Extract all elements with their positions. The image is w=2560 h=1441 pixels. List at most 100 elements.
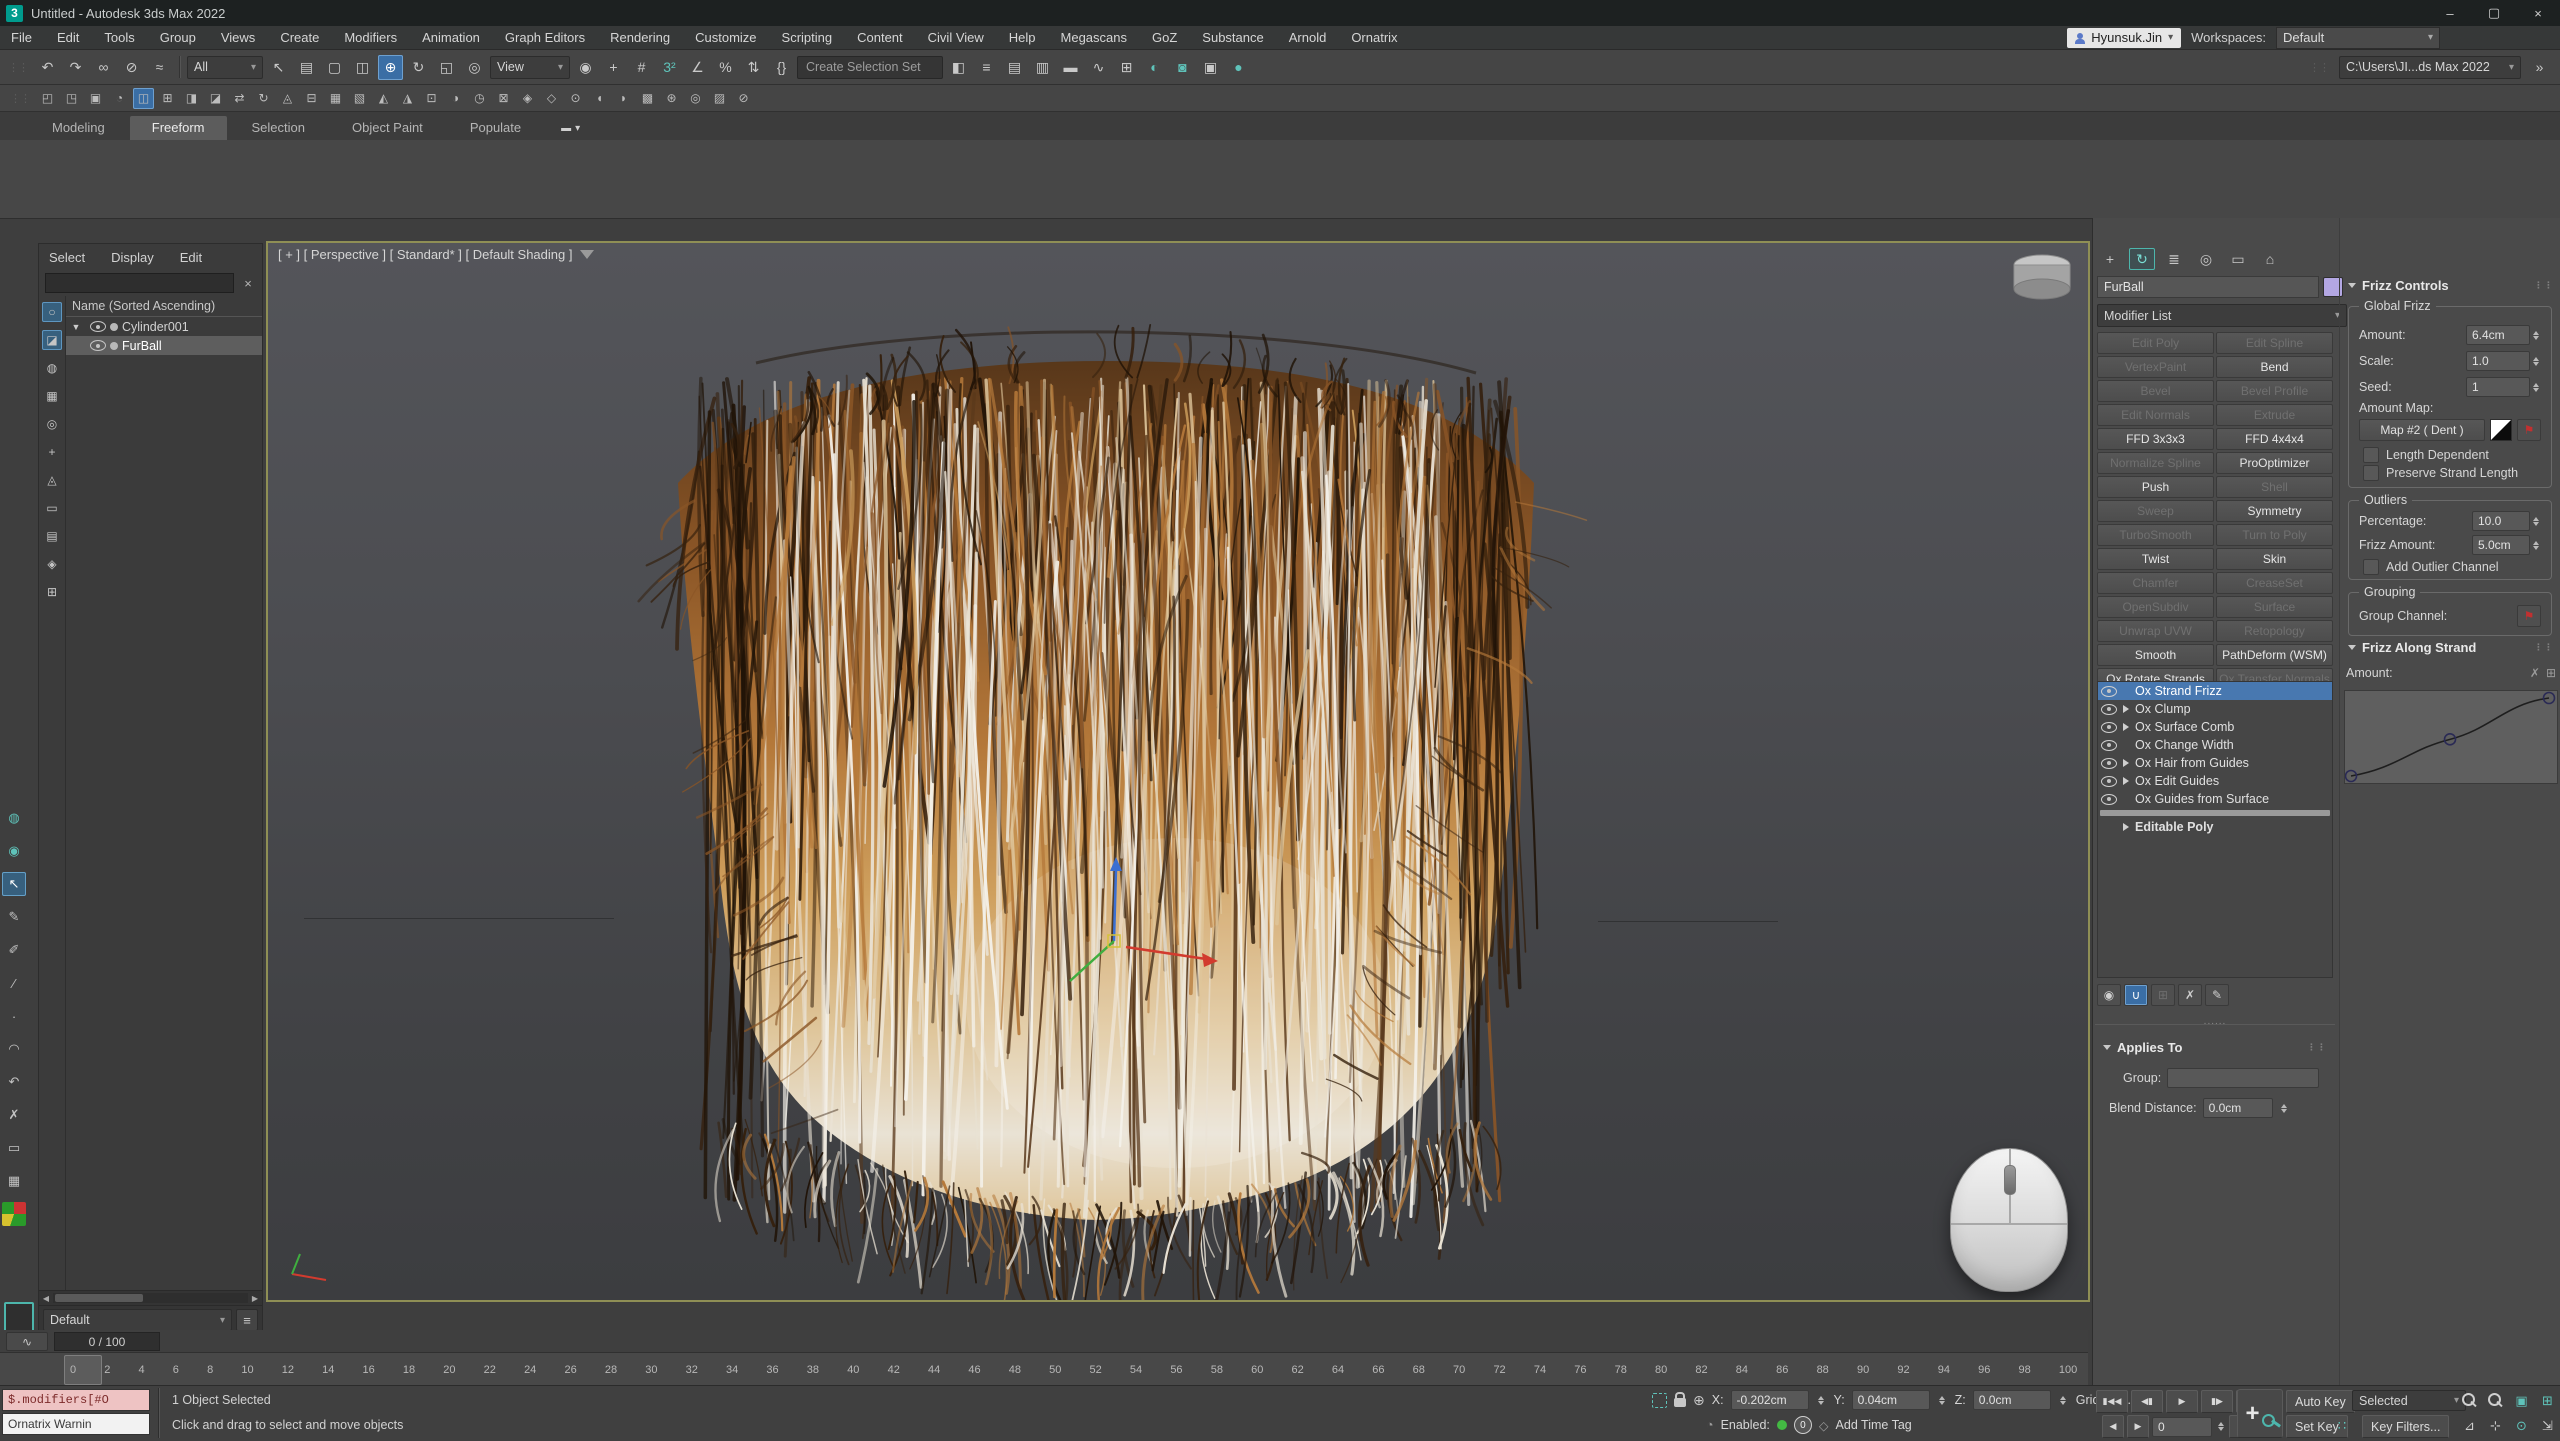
toolbar-grip[interactable]: ⋮⋮ — [8, 61, 28, 74]
set-keys-button[interactable]: + — [2237, 1389, 2283, 1438]
timeline-tick[interactable]: 46 — [968, 1364, 980, 1376]
point-icon[interactable]: · — [2, 1004, 26, 1028]
move-gizmo[interactable] — [1046, 841, 1266, 1001]
horizontal-scrollbar[interactable]: ◀ ▶ — [39, 1290, 262, 1305]
modifier-button[interactable]: Edit Spline — [2216, 332, 2333, 354]
spinner-control[interactable] — [1937, 1390, 1948, 1410]
timeline-tick[interactable]: 20 — [443, 1364, 455, 1376]
rollout-grip-icon[interactable]: ⋮⋮ — [2534, 642, 2554, 653]
timeline-tick[interactable]: 94 — [1938, 1364, 1950, 1376]
expand-caret-icon[interactable]: ▼ — [70, 322, 82, 332]
explorer-menu-item[interactable]: Edit — [180, 250, 202, 265]
show-end-result-icon[interactable]: ∪ — [2124, 984, 2148, 1006]
secondary-tool-icon[interactable]: ◨ — [181, 88, 202, 109]
timeline-tick[interactable]: 92 — [1897, 1364, 1909, 1376]
menu-item[interactable]: Arnold — [1278, 26, 1338, 50]
timeline-tick[interactable]: 62 — [1291, 1364, 1303, 1376]
modifier-stack-item[interactable]: Ox Surface Comb — [2098, 718, 2332, 736]
material-editor-icon[interactable]: ◐ — [1142, 55, 1167, 80]
clear-search-icon[interactable]: × — [240, 276, 256, 291]
outlier-percentage-field[interactable]: 10.0 — [2472, 511, 2530, 531]
project-folder-dropdown[interactable]: C:\Users\JI...ds Max 2022 — [2339, 56, 2521, 79]
visibility-eye-icon[interactable] — [2101, 722, 2117, 733]
zoom-extents-all-icon[interactable]: ⊞ — [2536, 1390, 2559, 1411]
timeline-tick[interactable]: 88 — [1817, 1364, 1829, 1376]
unlink-selection-icon[interactable]: ⊘ — [119, 55, 144, 80]
current-frame-field[interactable]: 0 — [2152, 1417, 2212, 1437]
timeline-tick[interactable]: 58 — [1211, 1364, 1223, 1376]
timeline-tick[interactable]: 26 — [564, 1364, 576, 1376]
timeline-tick[interactable]: 78 — [1615, 1364, 1627, 1376]
keyboard-override-icon[interactable]: # — [629, 55, 654, 80]
timeline-tick[interactable]: 34 — [726, 1364, 738, 1376]
timeline-tick[interactable]: 38 — [807, 1364, 819, 1376]
timeline-tick[interactable]: 56 — [1170, 1364, 1182, 1376]
bind-to-space-warp-icon[interactable]: ≈ — [147, 55, 172, 80]
configure-modifier-sets-icon[interactable]: ✎ — [2205, 984, 2229, 1006]
timeline-tick[interactable]: 18 — [403, 1364, 415, 1376]
create-tab-icon[interactable]: + — [2097, 248, 2123, 270]
expand-arrow-icon[interactable] — [2121, 686, 2131, 696]
display-tab-icon[interactable]: ▭ — [2225, 248, 2251, 270]
timeline-tick[interactable]: 86 — [1776, 1364, 1788, 1376]
mirror-icon[interactable]: ◧ — [946, 55, 971, 80]
secondary-tool-icon[interactable]: ▩ — [637, 88, 658, 109]
visibility-eye-icon[interactable] — [2101, 758, 2117, 769]
timeline-tick[interactable]: 10 — [241, 1364, 253, 1376]
secondary-tool-icon[interactable]: ◗ — [613, 88, 634, 109]
modifier-button[interactable]: OpenSubdiv — [2097, 596, 2214, 618]
use-pivot-center-icon[interactable]: ◉ — [573, 55, 598, 80]
spinner-control[interactable] — [2530, 535, 2541, 555]
next-frame-button[interactable]: ▶ — [2127, 1415, 2149, 1438]
visibility-eye-icon[interactable] — [2101, 794, 2117, 805]
scene-node-row[interactable]: FurBall — [66, 336, 262, 355]
secondary-tool-icon[interactable]: ◫ — [133, 88, 154, 109]
ribbon-tab[interactable]: Selection — [230, 116, 327, 140]
modifier-button[interactable]: Retopology — [2216, 620, 2333, 642]
modifier-button[interactable]: Turn to Poly — [2216, 524, 2333, 546]
menu-item[interactable]: Substance — [1191, 26, 1274, 50]
display-filter-icon[interactable]: ◍ — [42, 358, 62, 378]
timeline-tick[interactable]: 76 — [1574, 1364, 1586, 1376]
viewport-layout-tab[interactable] — [4, 1302, 34, 1332]
modifier-button[interactable]: Smooth — [2097, 644, 2214, 666]
ribbon-tab[interactable]: Freeform — [130, 116, 227, 140]
menu-item[interactable]: Create — [269, 26, 330, 50]
previous-frame-button[interactable]: ◀ — [2102, 1415, 2124, 1438]
select-object-icon[interactable]: ↖ — [266, 55, 291, 80]
selection-set-field[interactable]: Create Selection Set — [797, 56, 943, 79]
timeline-tick[interactable]: 16 — [363, 1364, 375, 1376]
ribbon-collapse-button[interactable]: ▬▾ — [561, 116, 580, 140]
rectangular-selection-icon[interactable]: ▢ — [322, 55, 347, 80]
secondary-tool-icon[interactable]: ⊟ — [301, 88, 322, 109]
timeline-tick[interactable]: 74 — [1534, 1364, 1546, 1376]
snap-toggle-3d-icon[interactable]: 3² — [657, 55, 682, 80]
ribbon-tab[interactable]: Modeling — [30, 116, 127, 140]
timeline-tick[interactable]: 52 — [1090, 1364, 1102, 1376]
modifier-button[interactable]: Unwrap UVW — [2097, 620, 2214, 642]
angle-snap-icon[interactable]: ∠ — [685, 55, 710, 80]
display-filter-icon[interactable]: ◈ — [42, 554, 62, 574]
expand-arrow-icon[interactable] — [2121, 794, 2131, 804]
maximize-viewport-icon[interactable]: ⇲ — [2536, 1415, 2559, 1436]
timeline-tick[interactable]: 8 — [207, 1364, 213, 1376]
modifier-button[interactable]: Normalize Spline — [2097, 452, 2214, 474]
auto-key-button[interactable]: Auto Key — [2286, 1390, 2355, 1413]
timeline-tick[interactable]: 22 — [484, 1364, 496, 1376]
timeline-tick[interactable]: 60 — [1251, 1364, 1263, 1376]
scroll-right-icon[interactable]: ▶ — [248, 1294, 262, 1303]
secondary-tool-icon[interactable]: ◪ — [205, 88, 226, 109]
close-button[interactable]: × — [2516, 0, 2560, 26]
secondary-tool-icon[interactable]: ↻ — [253, 88, 274, 109]
ribbon-tab[interactable]: Object Paint — [330, 116, 445, 140]
pin-stack-icon[interactable]: ◉ — [2097, 984, 2121, 1006]
make-unique-icon[interactable]: ⊞ — [2151, 984, 2175, 1006]
menu-item[interactable]: Rendering — [599, 26, 681, 50]
modifier-button[interactable]: ProOptimizer — [2216, 452, 2333, 474]
time-tag-count-badge[interactable]: 0 — [1794, 1416, 1812, 1434]
frizz-seed-field[interactable]: 1 — [2466, 377, 2530, 397]
selection-filter-dropdown[interactable]: All — [187, 56, 263, 79]
spinner-control[interactable] — [1816, 1390, 1827, 1410]
timeline-tick[interactable]: 24 — [524, 1364, 536, 1376]
next-key-button[interactable]: ▮▶ — [2201, 1390, 2233, 1413]
